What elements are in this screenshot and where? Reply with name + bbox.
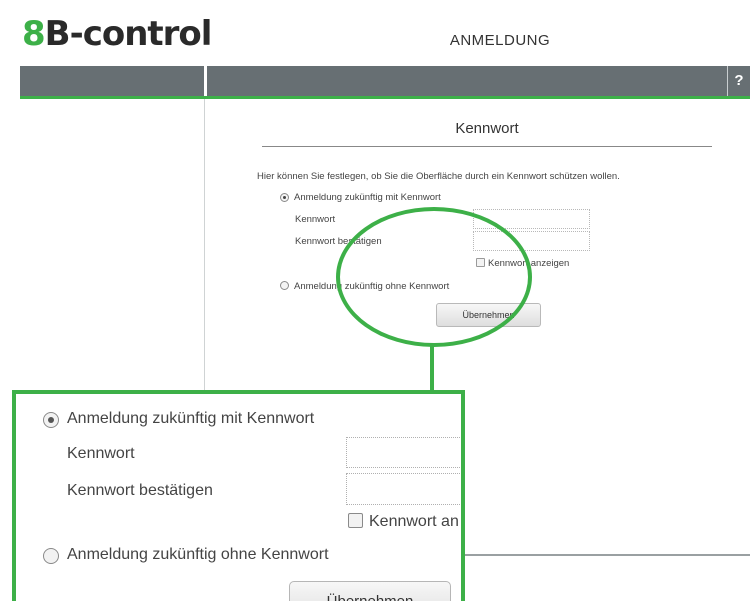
callout-connector xyxy=(430,345,434,393)
zoom-password-label: Kennwort xyxy=(67,445,135,462)
page-title: ANMELDUNG xyxy=(449,32,551,49)
section-description: Hier können Sie festlegen, ob Sie die Ob… xyxy=(257,171,620,182)
zoom-radio-with-password xyxy=(43,412,59,428)
toolbar xyxy=(20,66,750,96)
zoom-submit-button: Übernehmen xyxy=(289,581,451,601)
password-label: Kennwort xyxy=(295,214,336,225)
zoom-radio-with-password-label: Anmeldung zukünftig mit Kennwort xyxy=(67,410,315,427)
zoom-show-password-checkbox xyxy=(348,513,363,528)
toolbar-divider xyxy=(204,66,207,96)
radio-with-password[interactable] xyxy=(280,193,289,202)
section-divider xyxy=(262,146,712,147)
zoom-radio-without-password xyxy=(43,548,59,564)
section-title: Kennwort xyxy=(455,120,519,137)
zoom-password-input xyxy=(346,437,461,468)
zoom-callout: Anmeldung zukünftig mit Kennwort Kennwor… xyxy=(12,390,465,601)
b-control-logo: 8B-control xyxy=(22,14,212,54)
highlight-circle xyxy=(336,207,532,347)
zoom-confirm-password-label: Kennwort bestätigen xyxy=(67,482,213,499)
zoom-show-password-label: Kennwort an xyxy=(369,513,459,530)
radio-without-password[interactable] xyxy=(280,281,289,290)
app-header: 8B-control ANMELDUNG xyxy=(0,0,750,66)
radio-with-password-label: Anmeldung zukünftig mit Kennwort xyxy=(294,192,441,203)
help-button[interactable]: ? xyxy=(727,66,750,96)
zoom-radio-without-password-label: Anmeldung zukünftig ohne Kennwort xyxy=(67,546,329,563)
zoom-confirm-password-input xyxy=(346,473,461,505)
